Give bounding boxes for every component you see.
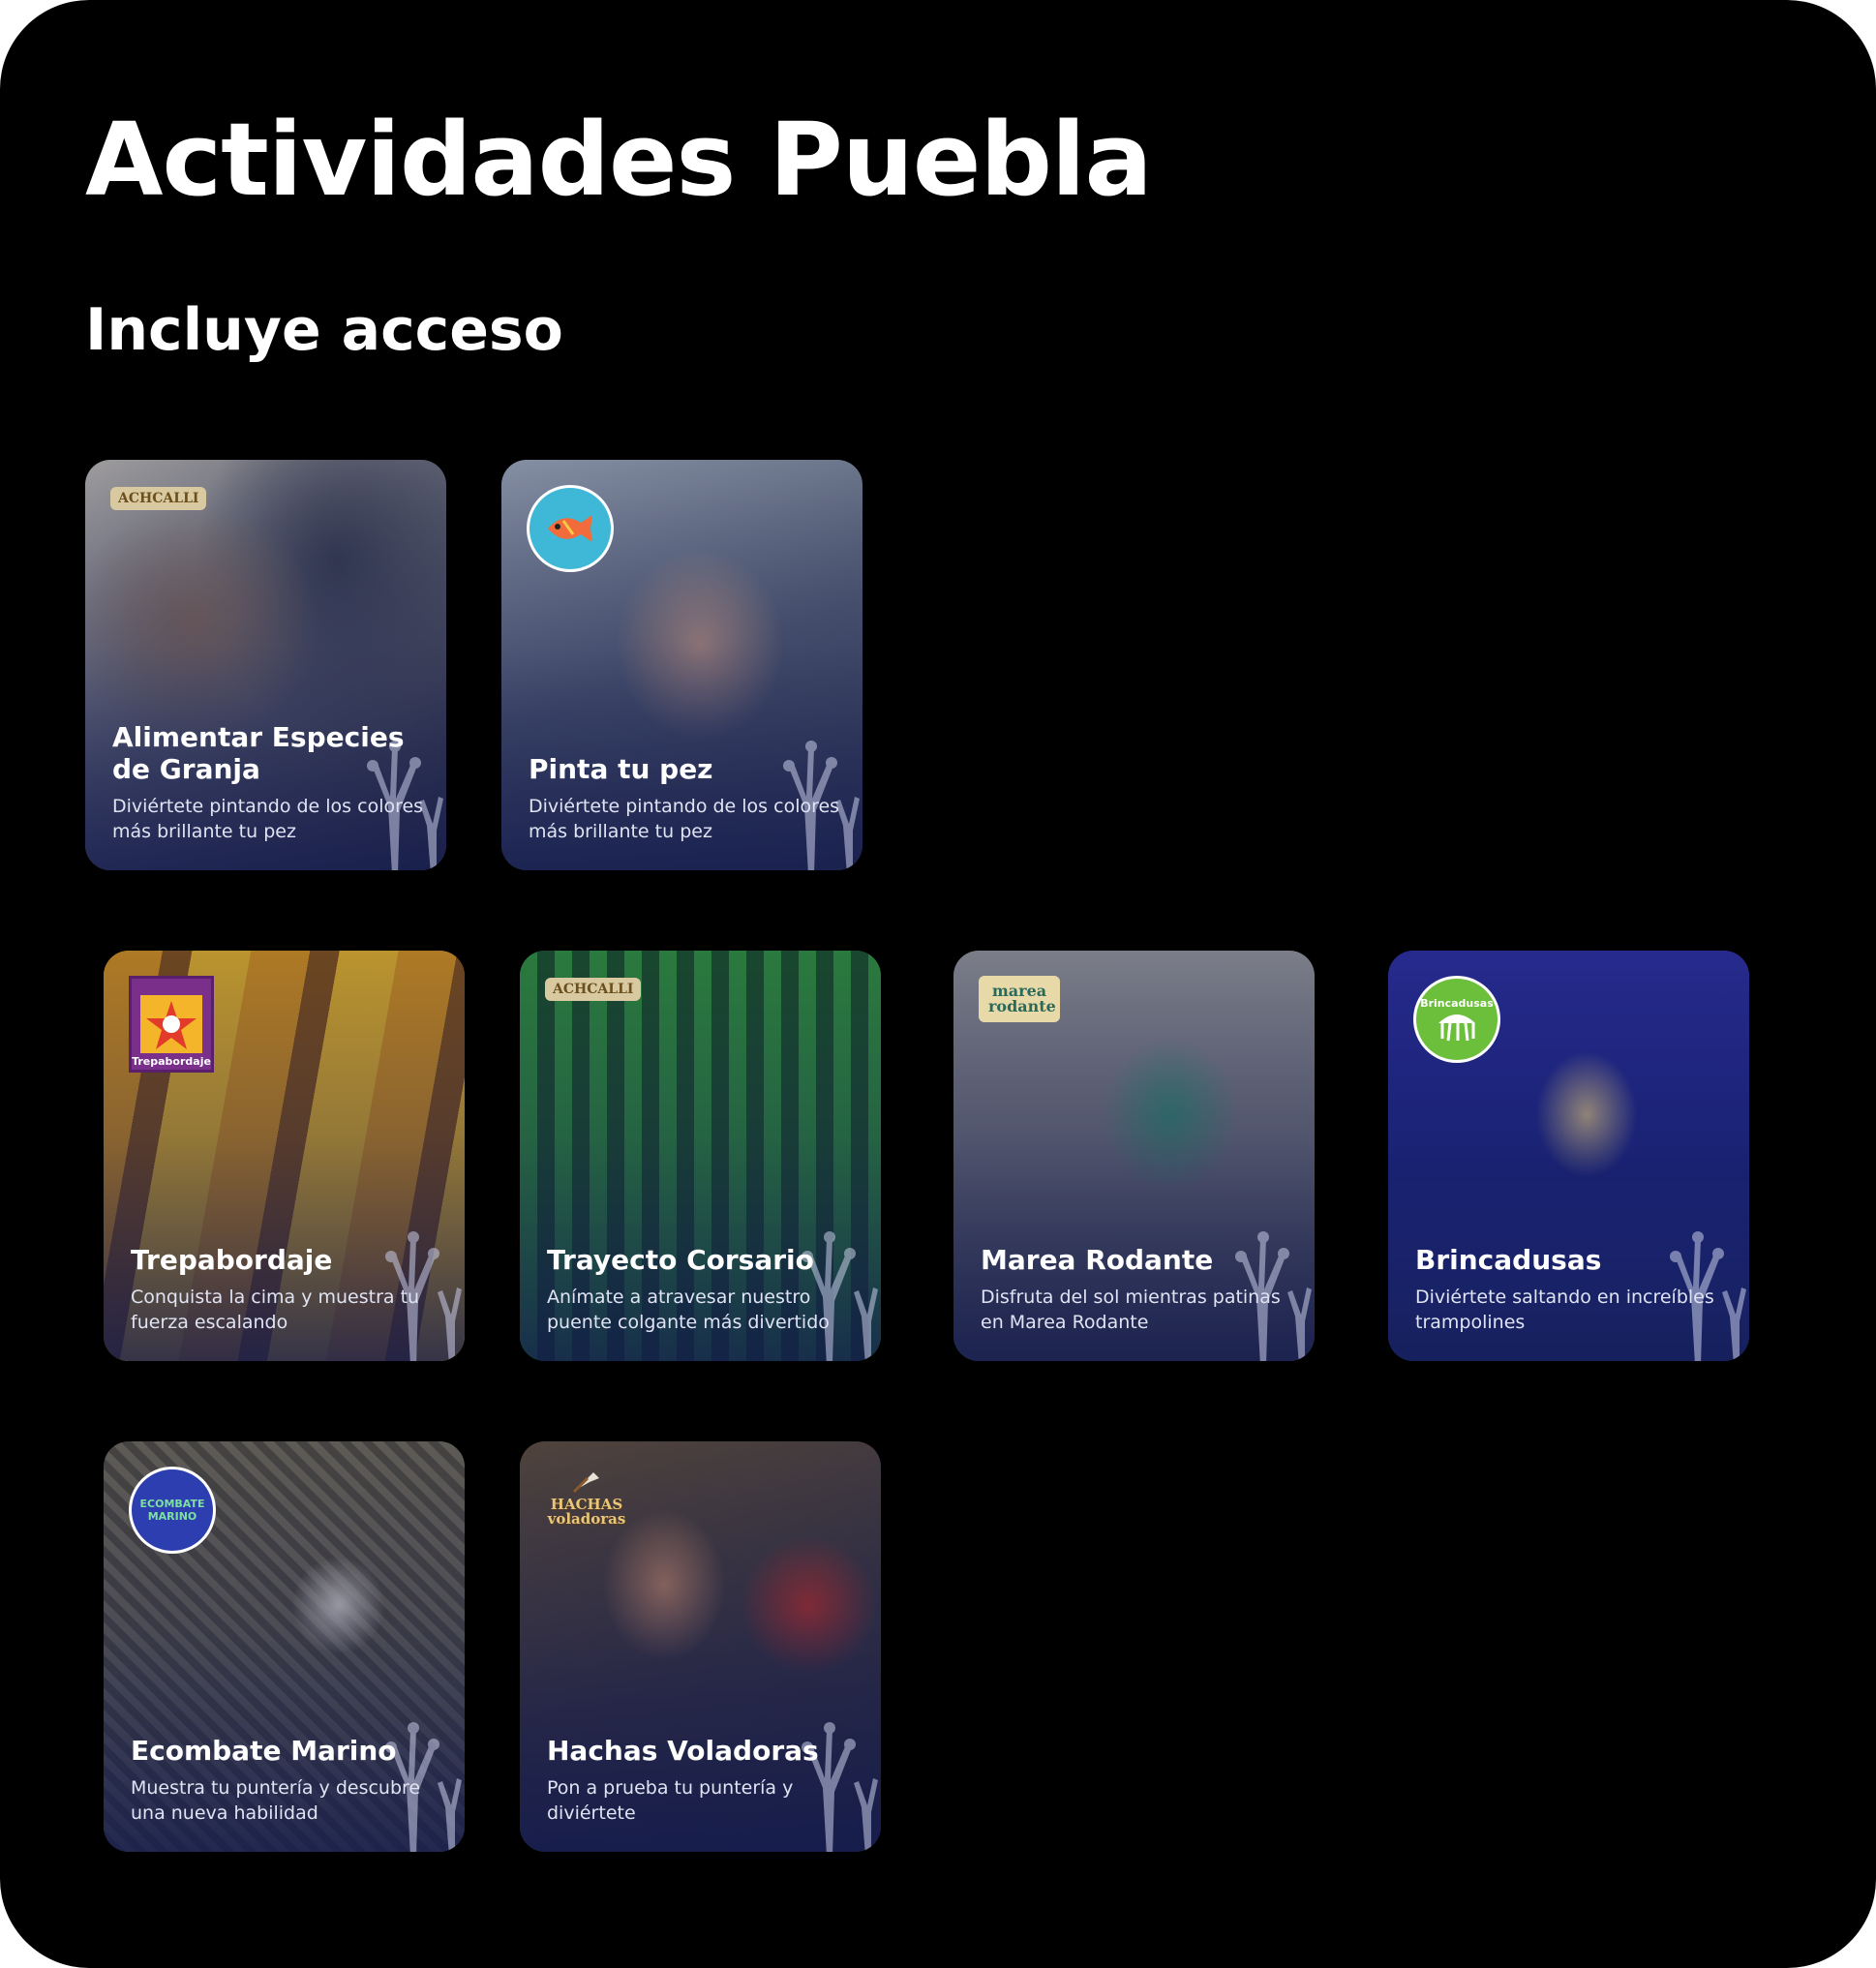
activity-card-brincadusas[interactable]: Brincadusas Brincadusas Diviértete salta… <box>1388 951 1749 1361</box>
card-title: Trayecto Corsario <box>547 1244 814 1277</box>
activity-card-marea-rodante[interactable]: marea rodante Marea Rodante Disfruta del… <box>953 951 1315 1361</box>
card-title: Ecombate Marino <box>131 1735 397 1768</box>
logo-text: marea rodante <box>988 982 1056 1015</box>
page-title: Actividades Puebla <box>85 101 1153 219</box>
card-title: Marea Rodante <box>981 1244 1214 1277</box>
achcalli-logo-icon: ACHCALLI <box>110 487 207 510</box>
card-description: Anímate a atravesar nuestro puente colga… <box>547 1287 830 1334</box>
card-description: Conquista la cima y muestra tu fuerza es… <box>131 1287 420 1334</box>
logo-text: Trepabordaje <box>132 1055 211 1068</box>
card-description: Muestra tu puntería y descubre una nueva… <box>131 1777 421 1825</box>
achcalli-logo-icon: ACHCALLI <box>545 978 642 1001</box>
logo-text: HACHAS voladoras <box>547 1496 626 1528</box>
logo-text: ECOMBATE MARINO <box>139 1497 205 1523</box>
card-title: Brincadusas <box>1415 1244 1602 1277</box>
card-title: Alimentar Especies de Granja <box>112 721 405 786</box>
logo-text: ACHCALLI <box>118 491 199 506</box>
fish-logo-icon <box>527 485 614 572</box>
logo-text: ACHCALLI <box>553 982 634 997</box>
activity-card-pinta-tu-pez[interactable]: Pinta tu pez Diviértete pintando de los … <box>501 460 862 870</box>
marea-rodante-logo-icon: marea rodante <box>979 976 1060 1022</box>
brincadusas-logo-icon: Brincadusas <box>1413 976 1500 1063</box>
activity-card-trepabordaje[interactable]: Trepabordaje Trepabordaje Conquista la c… <box>104 951 465 1361</box>
activity-card-trayecto-corsario[interactable]: ACHCALLI Trayecto Corsario Anímate a atr… <box>520 951 881 1361</box>
section-subtitle: Incluye acceso <box>85 296 563 364</box>
trepabordaje-logo-icon: Trepabordaje <box>129 976 214 1073</box>
activities-panel: Actividades Puebla Incluye acceso ACHCAL… <box>0 0 1876 1968</box>
card-title: Pinta tu pez <box>529 753 713 786</box>
card-description: Diviértete saltando en increíbles trampo… <box>1415 1287 1714 1334</box>
card-description: Pon a prueba tu puntería y diviértete <box>547 1777 794 1825</box>
activity-card-hachas-voladoras[interactable]: HACHAS voladoras Hachas Voladoras Pon a … <box>520 1441 881 1852</box>
activity-card-ecombate-marino[interactable]: ECOMBATE MARINO Ecombate Marino Muestra … <box>104 1441 465 1852</box>
card-title: Trepabordaje <box>131 1244 333 1277</box>
card-title: Hachas Voladoras <box>547 1735 819 1768</box>
card-description: Diviértete pintando de los colores más b… <box>529 796 840 843</box>
card-description: Disfruta del sol mientras patinas en Mar… <box>981 1287 1281 1334</box>
logo-text: Brincadusas <box>1420 996 1494 1010</box>
card-description: Diviértete pintando de los colores más b… <box>112 796 424 843</box>
activity-card-alimentar-especies[interactable]: ACHCALLI Alimentar Especies de Granja Di… <box>85 460 446 870</box>
hachas-voladoras-logo-icon: HACHAS voladoras <box>545 1468 628 1527</box>
ecombate-marino-logo-icon: ECOMBATE MARINO <box>129 1467 216 1554</box>
